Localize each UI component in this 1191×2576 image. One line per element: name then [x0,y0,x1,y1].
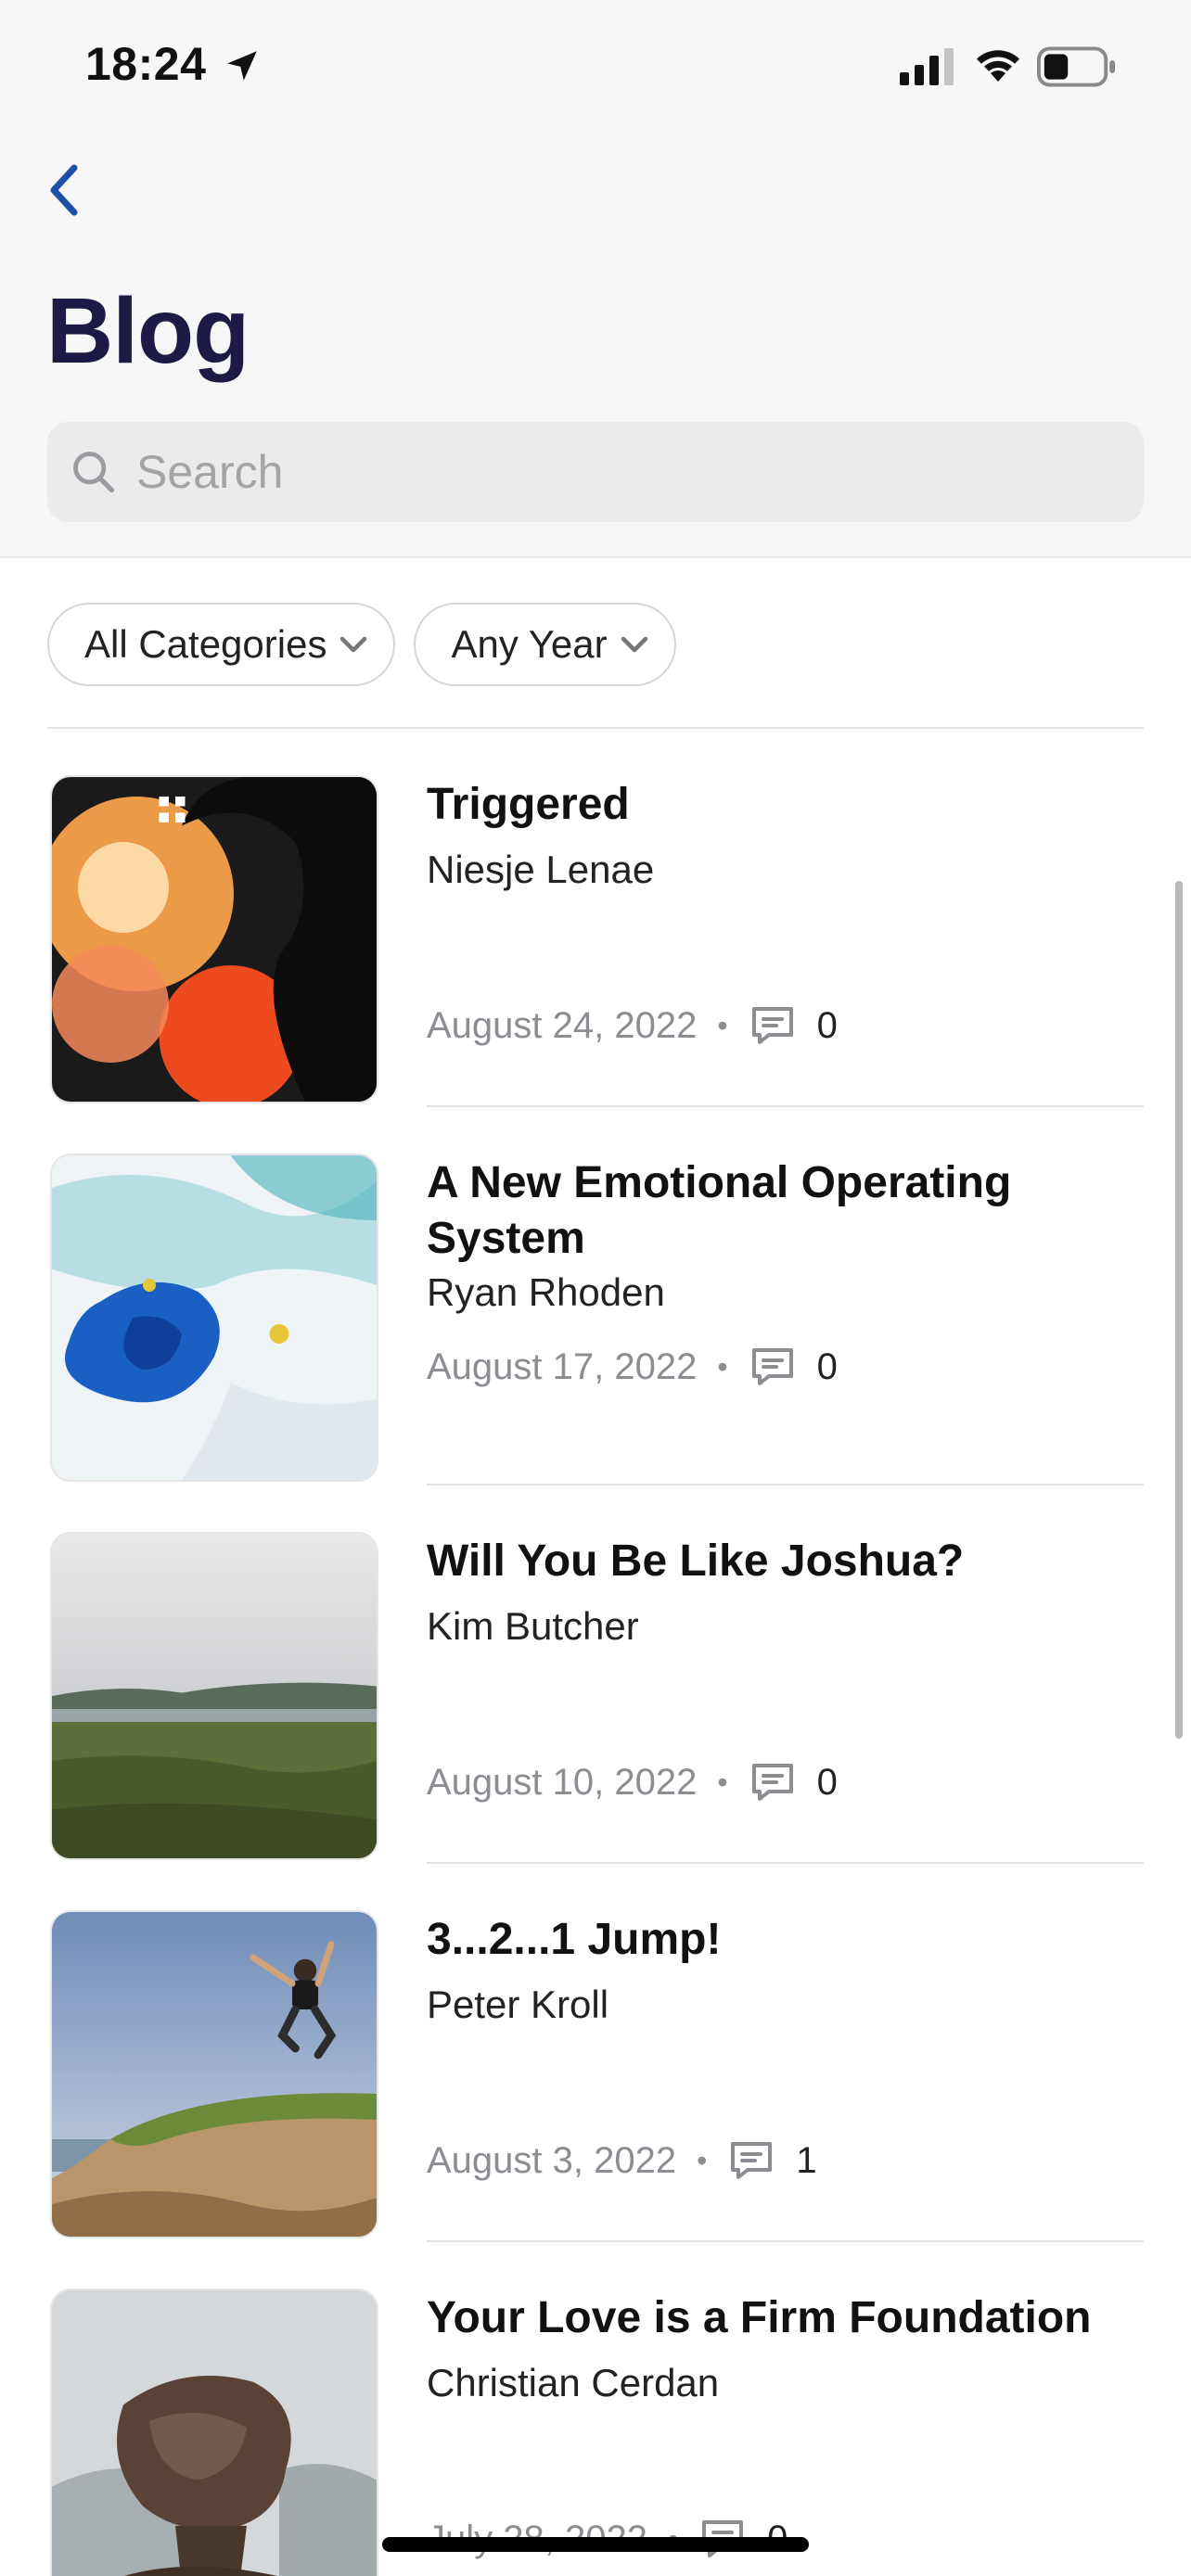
post-list-item[interactable]: 3...2...1 Jump! Peter Kroll August 3, 20… [0,1864,1191,2242]
post-thumbnail [50,2289,378,2576]
chevron-down-icon [340,636,367,653]
separator-dot: • [717,1765,728,1799]
status-bar: 18:24 [0,0,1191,134]
comment-count: 0 [816,1004,838,1046]
post-thumbnail [50,1154,378,1482]
comment-icon [751,1007,793,1044]
separator-dot: • [717,1349,728,1384]
comment-icon [731,2142,773,2179]
post-list-item[interactable]: Triggered Niesje Lenae August 24, 2022 •… [0,729,1191,1107]
post-author: Kim Butcher [427,1604,639,1648]
post-meta: August 24, 2022 • 0 [427,998,838,1053]
wifi-icon [977,50,1019,82]
cellular-signal-icon [900,48,954,85]
post-author: Christian Cerdan [427,2361,720,2404]
location-arrow-icon [227,51,257,81]
post-date: August 17, 2022 [427,1345,698,1387]
comment-icon [751,1764,793,1801]
scrollbar[interactable] [1175,881,1183,1739]
post-author: Ryan Rhoden [427,1270,665,1314]
chevron-left-icon [50,164,78,216]
year-filter-label: Any Year [451,622,608,666]
post-meta: August 10, 2022 • 0 [427,1754,838,1810]
post-meta: August 3, 2022 • 1 [427,2133,817,2188]
post-thumbnail [50,1910,378,2238]
post-author: Peter Kroll [427,1983,609,2026]
comment-count: 0 [816,1761,838,1803]
post-list-item[interactable]: A New Emotional Operating System Ryan Rh… [0,1107,1191,1486]
post-title: A New Emotional Operating System [427,1158,1012,1263]
chevron-down-icon [621,636,647,653]
post-date: August 3, 2022 [427,2139,677,2181]
comment-count: 1 [796,2139,817,2181]
home-indicator[interactable] [382,2537,809,2552]
header-area: 18:24 Blog Search [0,0,1191,558]
post-title: Triggered [427,780,630,829]
post-thumbnail [50,1532,378,1860]
filter-bar: All Categories Any Year [47,603,676,686]
search-icon [73,452,115,493]
category-filter-dropdown[interactable]: All Categories [47,603,396,686]
post-thumbnail [50,775,378,1103]
separator-dot: • [717,1008,728,1042]
category-filter-label: All Categories [84,622,327,666]
comment-icon [751,1348,793,1385]
comment-count: 0 [816,1345,838,1387]
battery-icon [1037,46,1116,87]
back-button[interactable] [37,158,93,223]
post-title: Will You Be Like Joshua? [427,1537,965,1586]
search-input[interactable] [136,422,1120,522]
post-date: August 24, 2022 [427,1004,698,1046]
post-author: Niesje Lenae [427,848,655,891]
post-list-item[interactable]: Your Love is a Firm Foundation Christian… [0,2242,1191,2576]
search-bar[interactable] [47,422,1144,522]
post-title: Your Love is a Firm Foundation [427,2293,1092,2342]
post-date: August 10, 2022 [427,1761,698,1803]
separator-dot: • [697,2143,708,2177]
post-title: 3...2...1 Jump! [427,1915,722,1964]
post-meta: August 17, 2022 • 0 [427,1339,838,1395]
blog-screen: 18:24 Blog Search All Categories Any Yea… [0,0,1191,2576]
page-title: Blog [46,279,250,383]
post-list-item[interactable]: Will You Be Like Joshua? Kim Butcher Aug… [0,1486,1191,1864]
status-time: 18:24 [85,38,207,90]
year-filter-dropdown[interactable]: Any Year [414,603,676,686]
